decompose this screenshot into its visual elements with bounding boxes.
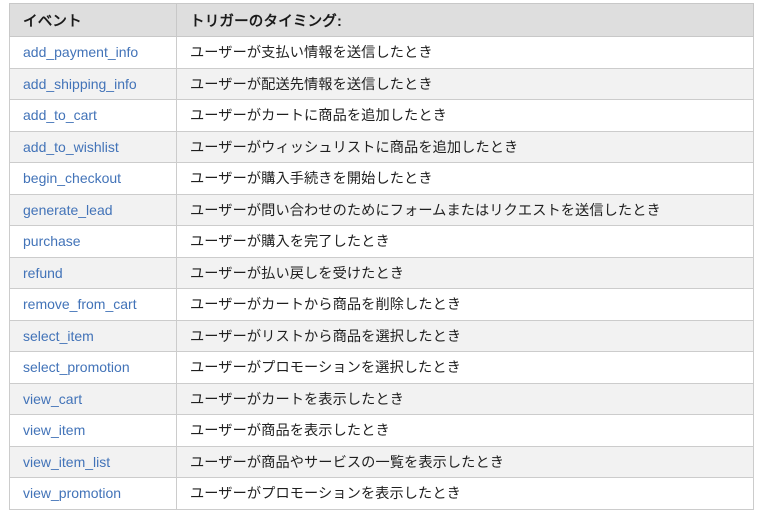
event-link[interactable]: view_item	[23, 422, 85, 438]
trigger-description-cell: ユーザーが購入手続きを開始したとき	[176, 162, 754, 195]
event-name-cell: purchase	[9, 225, 177, 258]
event-link[interactable]: add_to_cart	[23, 107, 97, 123]
trigger-description-cell: ユーザーがカートを表示したとき	[176, 382, 754, 415]
table-row: view_promotion ユーザーがプロモーションを表示したとき	[9, 477, 754, 510]
event-link[interactable]: view_promotion	[23, 485, 121, 501]
event-link[interactable]: add_shipping_info	[23, 76, 137, 92]
table-row: select_promotion ユーザーがプロモーションを選択したとき	[9, 351, 754, 384]
event-name-cell: select_promotion	[9, 351, 177, 384]
table-row: select_item ユーザーがリストから商品を選択したとき	[9, 319, 754, 352]
table-row: view_cart ユーザーがカートを表示したとき	[9, 382, 754, 415]
trigger-description-cell: ユーザーが配送先情報を送信したとき	[176, 67, 754, 100]
trigger-description-cell: ユーザーが購入を完了したとき	[176, 225, 754, 258]
table-row: view_item_list ユーザーが商品やサービスの一覧を表示したとき	[9, 445, 754, 478]
table-header: イベント トリガーのタイミング:	[9, 3, 754, 37]
table-row: add_shipping_info ユーザーが配送先情報を送信したとき	[9, 67, 754, 100]
event-link[interactable]: remove_from_cart	[23, 296, 137, 312]
event-name-cell: remove_from_cart	[9, 288, 177, 321]
event-link[interactable]: select_promotion	[23, 359, 130, 375]
table-row: begin_checkout ユーザーが購入手続きを開始したとき	[9, 162, 754, 195]
event-name-cell: add_to_cart	[9, 99, 177, 132]
column-header-trigger: トリガーのタイミング:	[176, 3, 754, 37]
trigger-description-cell: ユーザーがカートから商品を削除したとき	[176, 288, 754, 321]
event-link[interactable]: begin_checkout	[23, 170, 121, 186]
trigger-description-cell: ユーザーがプロモーションを表示したとき	[176, 477, 754, 510]
table-row: add_to_wishlist ユーザーがウィッシュリストに商品を追加したとき	[9, 130, 754, 163]
events-table-container: イベント トリガーのタイミング: add_payment_info ユーザーが支払…	[9, 3, 754, 510]
trigger-description-cell: ユーザーが商品を表示したとき	[176, 414, 754, 447]
event-name-cell: add_to_wishlist	[9, 130, 177, 163]
event-link[interactable]: generate_lead	[23, 202, 113, 218]
trigger-description-cell: ユーザーが問い合わせのためにフォームまたはリクエストを送信したとき	[176, 193, 754, 226]
column-header-event: イベント	[9, 3, 177, 37]
trigger-description-cell: ユーザーがカートに商品を追加したとき	[176, 99, 754, 132]
trigger-description-cell: ユーザーが支払い情報を送信したとき	[176, 36, 754, 69]
event-name-cell: view_item_list	[9, 445, 177, 478]
event-name-cell: add_payment_info	[9, 36, 177, 69]
event-name-cell: generate_lead	[9, 193, 177, 226]
event-name-cell: refund	[9, 256, 177, 289]
event-link[interactable]: add_to_wishlist	[23, 139, 119, 155]
trigger-description-cell: ユーザーが商品やサービスの一覧を表示したとき	[176, 445, 754, 478]
table-row: remove_from_cart ユーザーがカートから商品を削除したとき	[9, 288, 754, 321]
event-name-cell: begin_checkout	[9, 162, 177, 195]
table-row: add_to_cart ユーザーがカートに商品を追加したとき	[9, 99, 754, 132]
page-root: イベント トリガーのタイミング: add_payment_info ユーザーが支払…	[0, 0, 760, 519]
event-link[interactable]: purchase	[23, 233, 81, 249]
trigger-description-cell: ユーザーがウィッシュリストに商品を追加したとき	[176, 130, 754, 163]
table-row: refund ユーザーが払い戻しを受けたとき	[9, 256, 754, 289]
table-row: add_payment_info ユーザーが支払い情報を送信したとき	[9, 36, 754, 69]
event-name-cell: view_cart	[9, 382, 177, 415]
event-link[interactable]: add_payment_info	[23, 44, 138, 60]
trigger-description-cell: ユーザーがリストから商品を選択したとき	[176, 319, 754, 352]
table-row: view_item ユーザーが商品を表示したとき	[9, 414, 754, 447]
table-header-row: イベント トリガーのタイミング:	[9, 3, 754, 37]
event-name-cell: add_shipping_info	[9, 67, 177, 100]
event-name-cell: view_promotion	[9, 477, 177, 510]
table-row: purchase ユーザーが購入を完了したとき	[9, 225, 754, 258]
trigger-description-cell: ユーザーが払い戻しを受けたとき	[176, 256, 754, 289]
recommended-events-table: イベント トリガーのタイミング: add_payment_info ユーザーが支払…	[9, 3, 754, 510]
trigger-description-cell: ユーザーがプロモーションを選択したとき	[176, 351, 754, 384]
event-name-cell: select_item	[9, 319, 177, 352]
event-link[interactable]: view_cart	[23, 391, 82, 407]
table-body: add_payment_info ユーザーが支払い情報を送信したとき add_shi…	[9, 36, 754, 510]
table-row: generate_lead ユーザーが問い合わせのためにフォームまたはリクエストを…	[9, 193, 754, 226]
event-link[interactable]: select_item	[23, 328, 94, 344]
event-name-cell: view_item	[9, 414, 177, 447]
event-link[interactable]: refund	[23, 265, 63, 281]
event-link[interactable]: view_item_list	[23, 454, 110, 470]
